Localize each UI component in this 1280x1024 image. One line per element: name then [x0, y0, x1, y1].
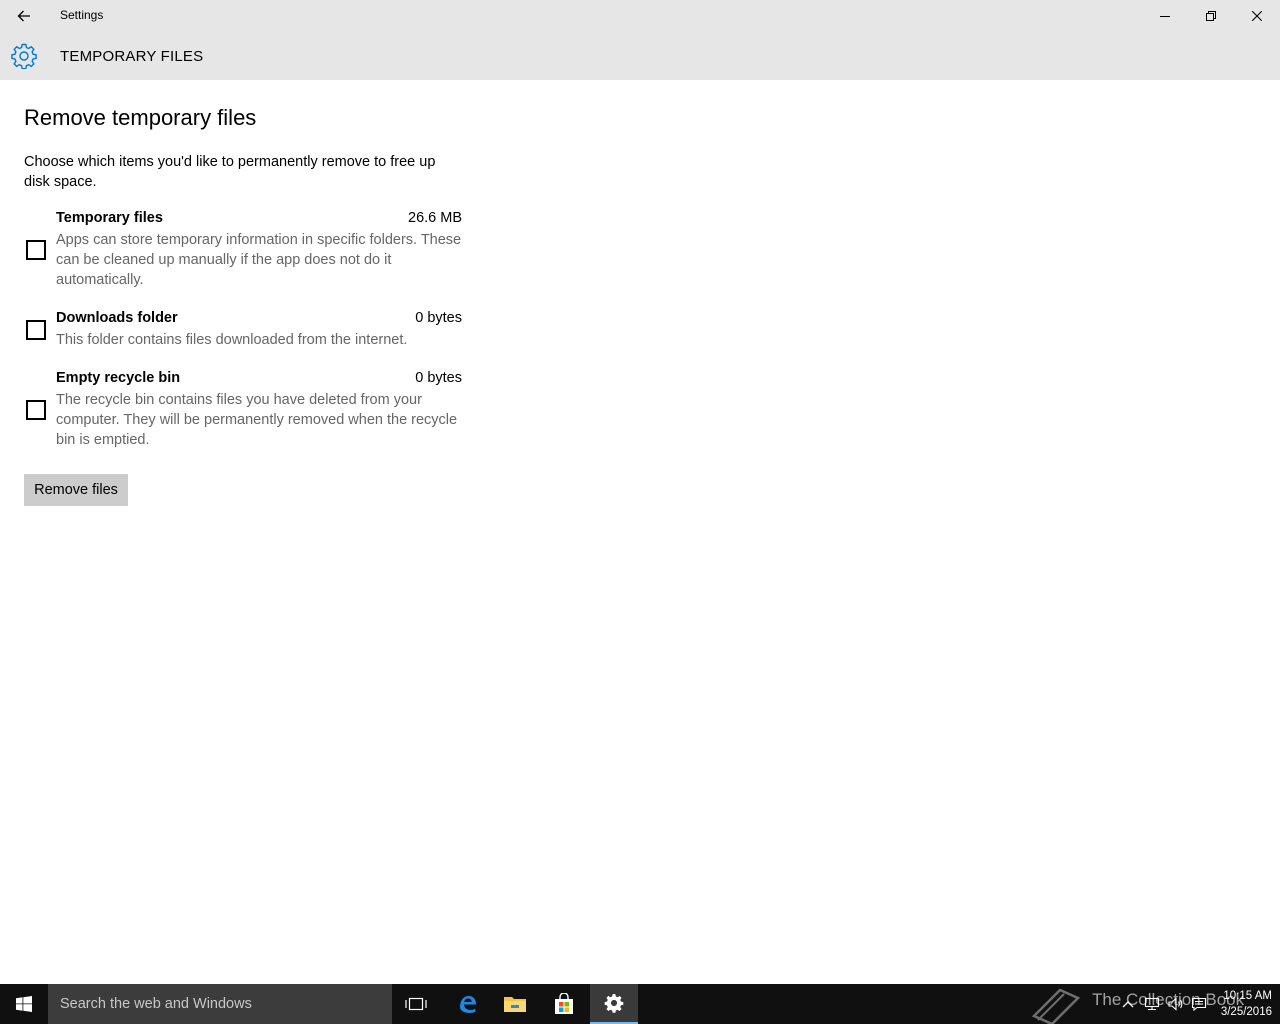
section-title: Remove temporary files [24, 105, 257, 130]
list-item-empty-recycle-bin: Empty recycle bin 0 bytes The recycle bi… [24, 370, 464, 450]
list-item-downloads-folder: Downloads folder 0 bytes This folder con… [24, 310, 464, 350]
chevron-up-icon [1122, 1001, 1134, 1008]
item-size: 0 bytes [415, 370, 462, 386]
item-description: This folder contains files downloaded fr… [56, 332, 408, 348]
downloads-folder-checkbox[interactable] [26, 320, 46, 340]
item-name: Downloads folder [56, 310, 178, 326]
action-center-button[interactable] [1189, 994, 1209, 1014]
item-name: Empty recycle bin [56, 370, 181, 386]
file-explorer-icon [504, 997, 526, 1012]
temporary-files-checkbox[interactable] [26, 240, 46, 260]
settings-taskbar-button[interactable] [590, 984, 638, 1024]
task-view-button[interactable] [392, 984, 440, 1024]
remove-files-button[interactable]: Remove files [24, 474, 128, 506]
windows-logo-icon [16, 996, 32, 1012]
back-arrow-icon [17, 10, 30, 22]
settings-icon [604, 994, 624, 1013]
store-button[interactable] [540, 984, 588, 1024]
restore-icon [1206, 11, 1216, 21]
back-button[interactable] [0, 0, 48, 32]
clock[interactable]: 10:15 AM 3/25/2016 [1212, 988, 1272, 1020]
item-description: Apps can store temporary information in … [56, 232, 462, 288]
close-button[interactable] [1234, 0, 1280, 32]
close-icon [1252, 11, 1262, 21]
minimize-button[interactable] [1142, 0, 1188, 32]
item-size: 26.6 MB [408, 210, 462, 226]
item-size: 0 bytes [415, 310, 462, 326]
clock-date: 3/25/2016 [1220, 1006, 1272, 1018]
restore-button[interactable] [1188, 0, 1234, 32]
start-button[interactable] [0, 984, 48, 1024]
volume-icon [1168, 997, 1183, 1011]
search-input[interactable]: Search the web and Windows [48, 984, 392, 1024]
show-hidden-icons-button[interactable] [1118, 994, 1138, 1014]
file-explorer-button[interactable] [491, 984, 539, 1024]
task-view-icon [405, 997, 427, 1011]
edge-button[interactable] [443, 984, 491, 1024]
network-icon [1144, 997, 1160, 1011]
item-description: The recycle bin contains files you have … [56, 392, 458, 448]
action-center-icon [1191, 997, 1207, 1011]
page-header: TEMPORARY FILES [0, 32, 1280, 80]
edge-icon [460, 996, 476, 1013]
minimize-icon [1160, 16, 1170, 17]
empty-recycle-bin-checkbox[interactable] [26, 400, 46, 420]
network-button[interactable] [1142, 994, 1162, 1014]
taskbar: Search the web and Windows The Collectio… [0, 984, 1280, 1024]
title-bar: Settings [0, 0, 1280, 32]
item-name: Temporary files [56, 210, 163, 226]
intro-text: Choose which items you'd like to permane… [24, 154, 436, 190]
gear-icon [11, 43, 37, 69]
volume-button[interactable] [1166, 994, 1186, 1014]
list-item-temporary-files: Temporary files 26.6 MB Apps can store t… [24, 210, 464, 290]
store-icon [555, 993, 573, 1014]
page-title: TEMPORARY FILES [60, 48, 204, 65]
app-title: Settings [60, 8, 104, 22]
clock-time: 10:15 AM [1223, 990, 1272, 1002]
search-placeholder: Search the web and Windows [60, 996, 252, 1012]
